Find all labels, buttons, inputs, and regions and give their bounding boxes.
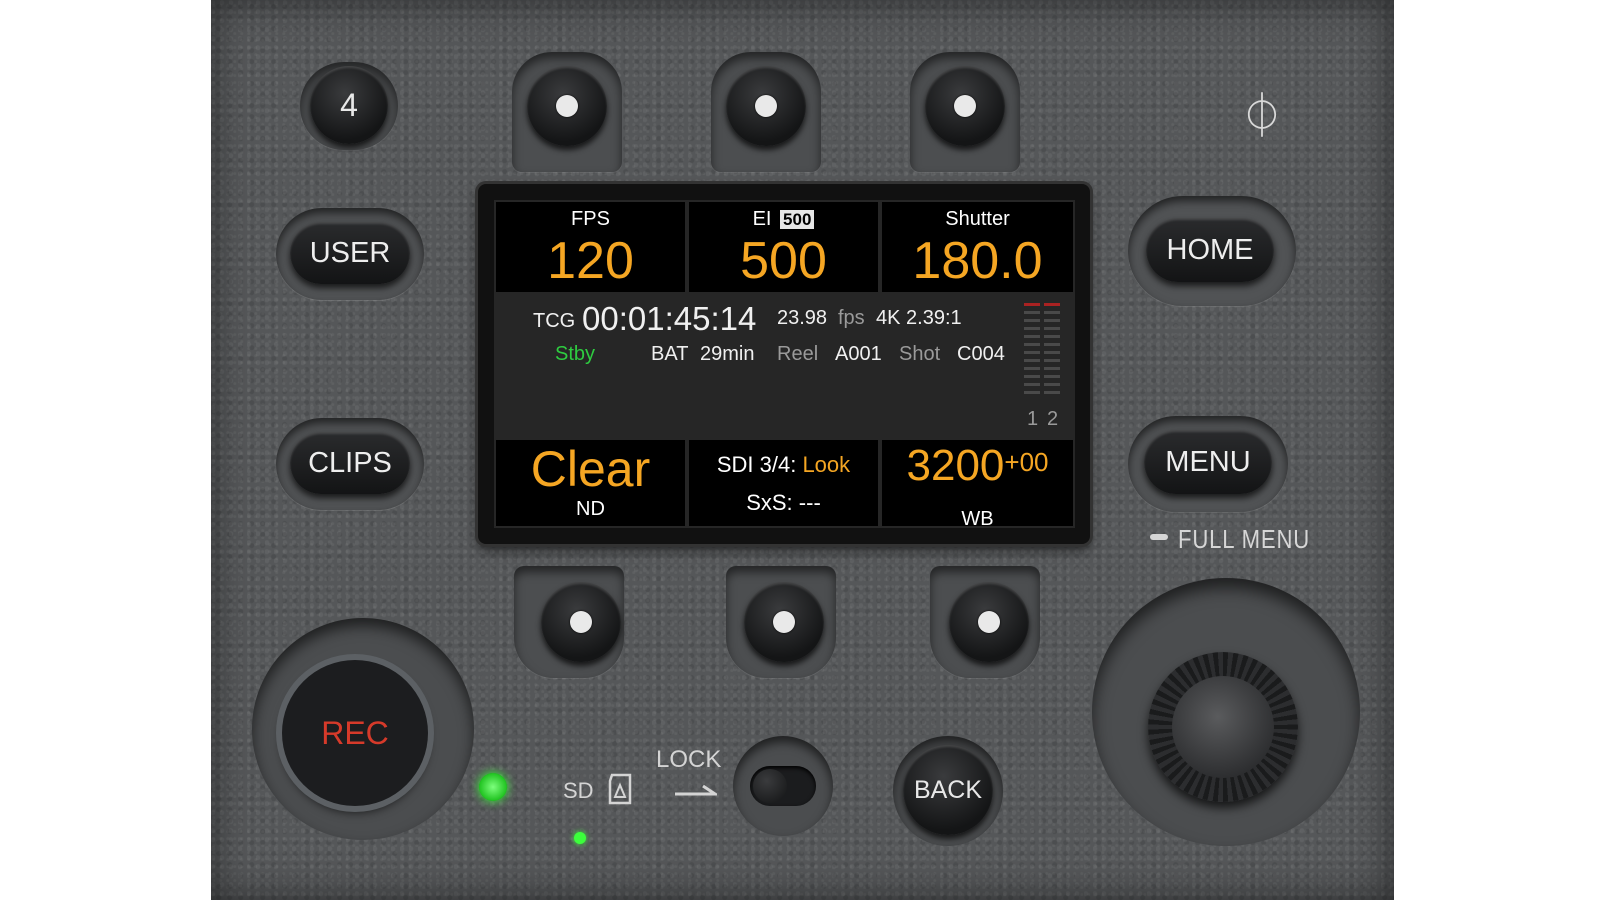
rec-status-led xyxy=(479,773,507,801)
meter-segment xyxy=(1044,335,1060,338)
dot-icon xyxy=(954,95,976,117)
shot-value: C004 xyxy=(957,343,1005,365)
tcg-label: TCG xyxy=(533,310,576,332)
shutter-cell[interactable]: Shutter 180.0 xyxy=(882,202,1073,292)
back-button[interactable]: BACK xyxy=(903,745,993,835)
lock-switch[interactable] xyxy=(750,766,816,806)
jog-wheel[interactable] xyxy=(1148,652,1298,802)
sd-card-icon xyxy=(608,773,632,805)
user-button[interactable]: USER xyxy=(290,222,410,284)
softkey-bottom-1[interactable] xyxy=(541,582,621,662)
meter-segment xyxy=(1024,335,1040,338)
meter-segment xyxy=(1024,351,1040,354)
menu-button[interactable]: MENU xyxy=(1144,430,1272,494)
softkey-top-1[interactable] xyxy=(527,66,607,146)
ei-label: EI xyxy=(752,208,772,230)
fps-label: FPS xyxy=(571,208,610,230)
meter-segment xyxy=(1044,391,1060,394)
lock-arrow-icon xyxy=(675,784,717,796)
meter-segment xyxy=(1044,367,1060,370)
meter-segment xyxy=(1044,303,1060,306)
long-press-icon xyxy=(1150,534,1168,540)
project-fps: 23.98 xyxy=(777,307,828,329)
sdi-label: SDI 3/4: xyxy=(716,452,797,477)
ei-cell[interactable]: EI 500 500 xyxy=(689,202,878,292)
fps-value: 120 xyxy=(547,232,634,290)
ei-badge: 500 xyxy=(780,210,815,229)
softkey-bottom-3[interactable] xyxy=(949,582,1029,662)
meter-segment xyxy=(1044,311,1060,314)
meter-segment xyxy=(1044,327,1060,330)
meter-segment xyxy=(1044,383,1060,386)
wb-cell[interactable]: 3200+00 WB xyxy=(882,440,1073,530)
rec-button[interactable]: REC xyxy=(282,660,428,806)
shot-label: Shot xyxy=(899,343,941,365)
timecode: 00:01:45:14 xyxy=(582,300,757,337)
meter-segment xyxy=(1024,311,1040,314)
sxs-line: SxS: --- xyxy=(689,490,878,516)
dot-icon xyxy=(773,611,795,633)
power-icon: ⏀ xyxy=(1240,92,1284,141)
meter-segment xyxy=(1024,375,1040,378)
reel-label: Reel xyxy=(777,343,819,365)
meter-segment xyxy=(1024,343,1040,346)
sd-label: SD xyxy=(563,778,594,803)
lock-label: LOCK xyxy=(656,746,722,773)
jog-wheel-center[interactable] xyxy=(1172,676,1274,778)
meter-ch1-label: 1 xyxy=(1027,408,1039,430)
full-menu-label: FULL MENU xyxy=(1178,524,1311,554)
ei-header: EI 500 xyxy=(689,208,878,231)
dot-icon xyxy=(755,95,777,117)
reel-value: A001 xyxy=(835,343,882,365)
fps-cell[interactable]: FPS 120 xyxy=(496,202,685,292)
rec-label: REC xyxy=(321,714,389,751)
meter-segment xyxy=(1024,327,1040,330)
meter-segment xyxy=(1024,367,1040,370)
meter-segment xyxy=(1044,351,1060,354)
softkey-bottom-2[interactable] xyxy=(744,582,824,662)
dot-icon xyxy=(570,611,592,633)
meter-segment xyxy=(1044,343,1060,346)
meter-segment xyxy=(1024,383,1040,386)
format: 4K 2.39:1 xyxy=(876,307,962,329)
assignable-button-4[interactable]: 4 xyxy=(310,66,388,144)
nd-label: ND xyxy=(576,498,605,520)
bat-label: BAT xyxy=(651,343,689,365)
meter-segment xyxy=(1024,303,1040,306)
meter-segment xyxy=(1024,391,1040,394)
sdi-value: Look xyxy=(802,452,851,477)
sd-activity-led xyxy=(574,832,586,844)
sxs-value: --- xyxy=(798,490,821,515)
nd-cell[interactable]: Clear ND xyxy=(496,440,685,526)
shutter-label: Shutter xyxy=(945,208,1010,230)
wb-label: WB xyxy=(961,508,994,530)
home-button[interactable]: HOME xyxy=(1146,218,1274,282)
wb-value: 3200 xyxy=(906,441,1005,490)
meter-segment xyxy=(1044,359,1060,362)
fps-unit: fps xyxy=(838,307,865,329)
button-4-label: 4 xyxy=(340,86,358,123)
wb-tint: +00 xyxy=(1004,447,1049,477)
softkey-top-2[interactable] xyxy=(726,66,806,146)
sxs-label: SxS: xyxy=(746,490,793,515)
meter-segment xyxy=(1044,319,1060,322)
bat-value: 29min xyxy=(700,343,755,365)
dot-icon xyxy=(978,611,1000,633)
shutter-value: 180.0 xyxy=(912,232,1043,290)
sdi-line: SDI 3/4: Look xyxy=(689,452,878,478)
back-label: BACK xyxy=(913,775,983,804)
status-text: Stby xyxy=(555,343,596,365)
meter-segment xyxy=(1024,359,1040,362)
softkey-top-3[interactable] xyxy=(925,66,1005,146)
nd-value: Clear xyxy=(530,441,651,497)
lock-switch-knob[interactable] xyxy=(753,769,787,803)
wb-line: 3200+00 xyxy=(882,444,1073,498)
meter-segment xyxy=(1024,319,1040,322)
dot-icon xyxy=(556,95,578,117)
meter-segment xyxy=(1044,375,1060,378)
meter-ch2-label: 2 xyxy=(1047,408,1059,430)
monitor-cell[interactable]: SDI 3/4: Look SxS: --- xyxy=(689,440,878,526)
ei-value: 500 xyxy=(740,232,827,290)
clips-button[interactable]: CLIPS xyxy=(290,432,410,494)
